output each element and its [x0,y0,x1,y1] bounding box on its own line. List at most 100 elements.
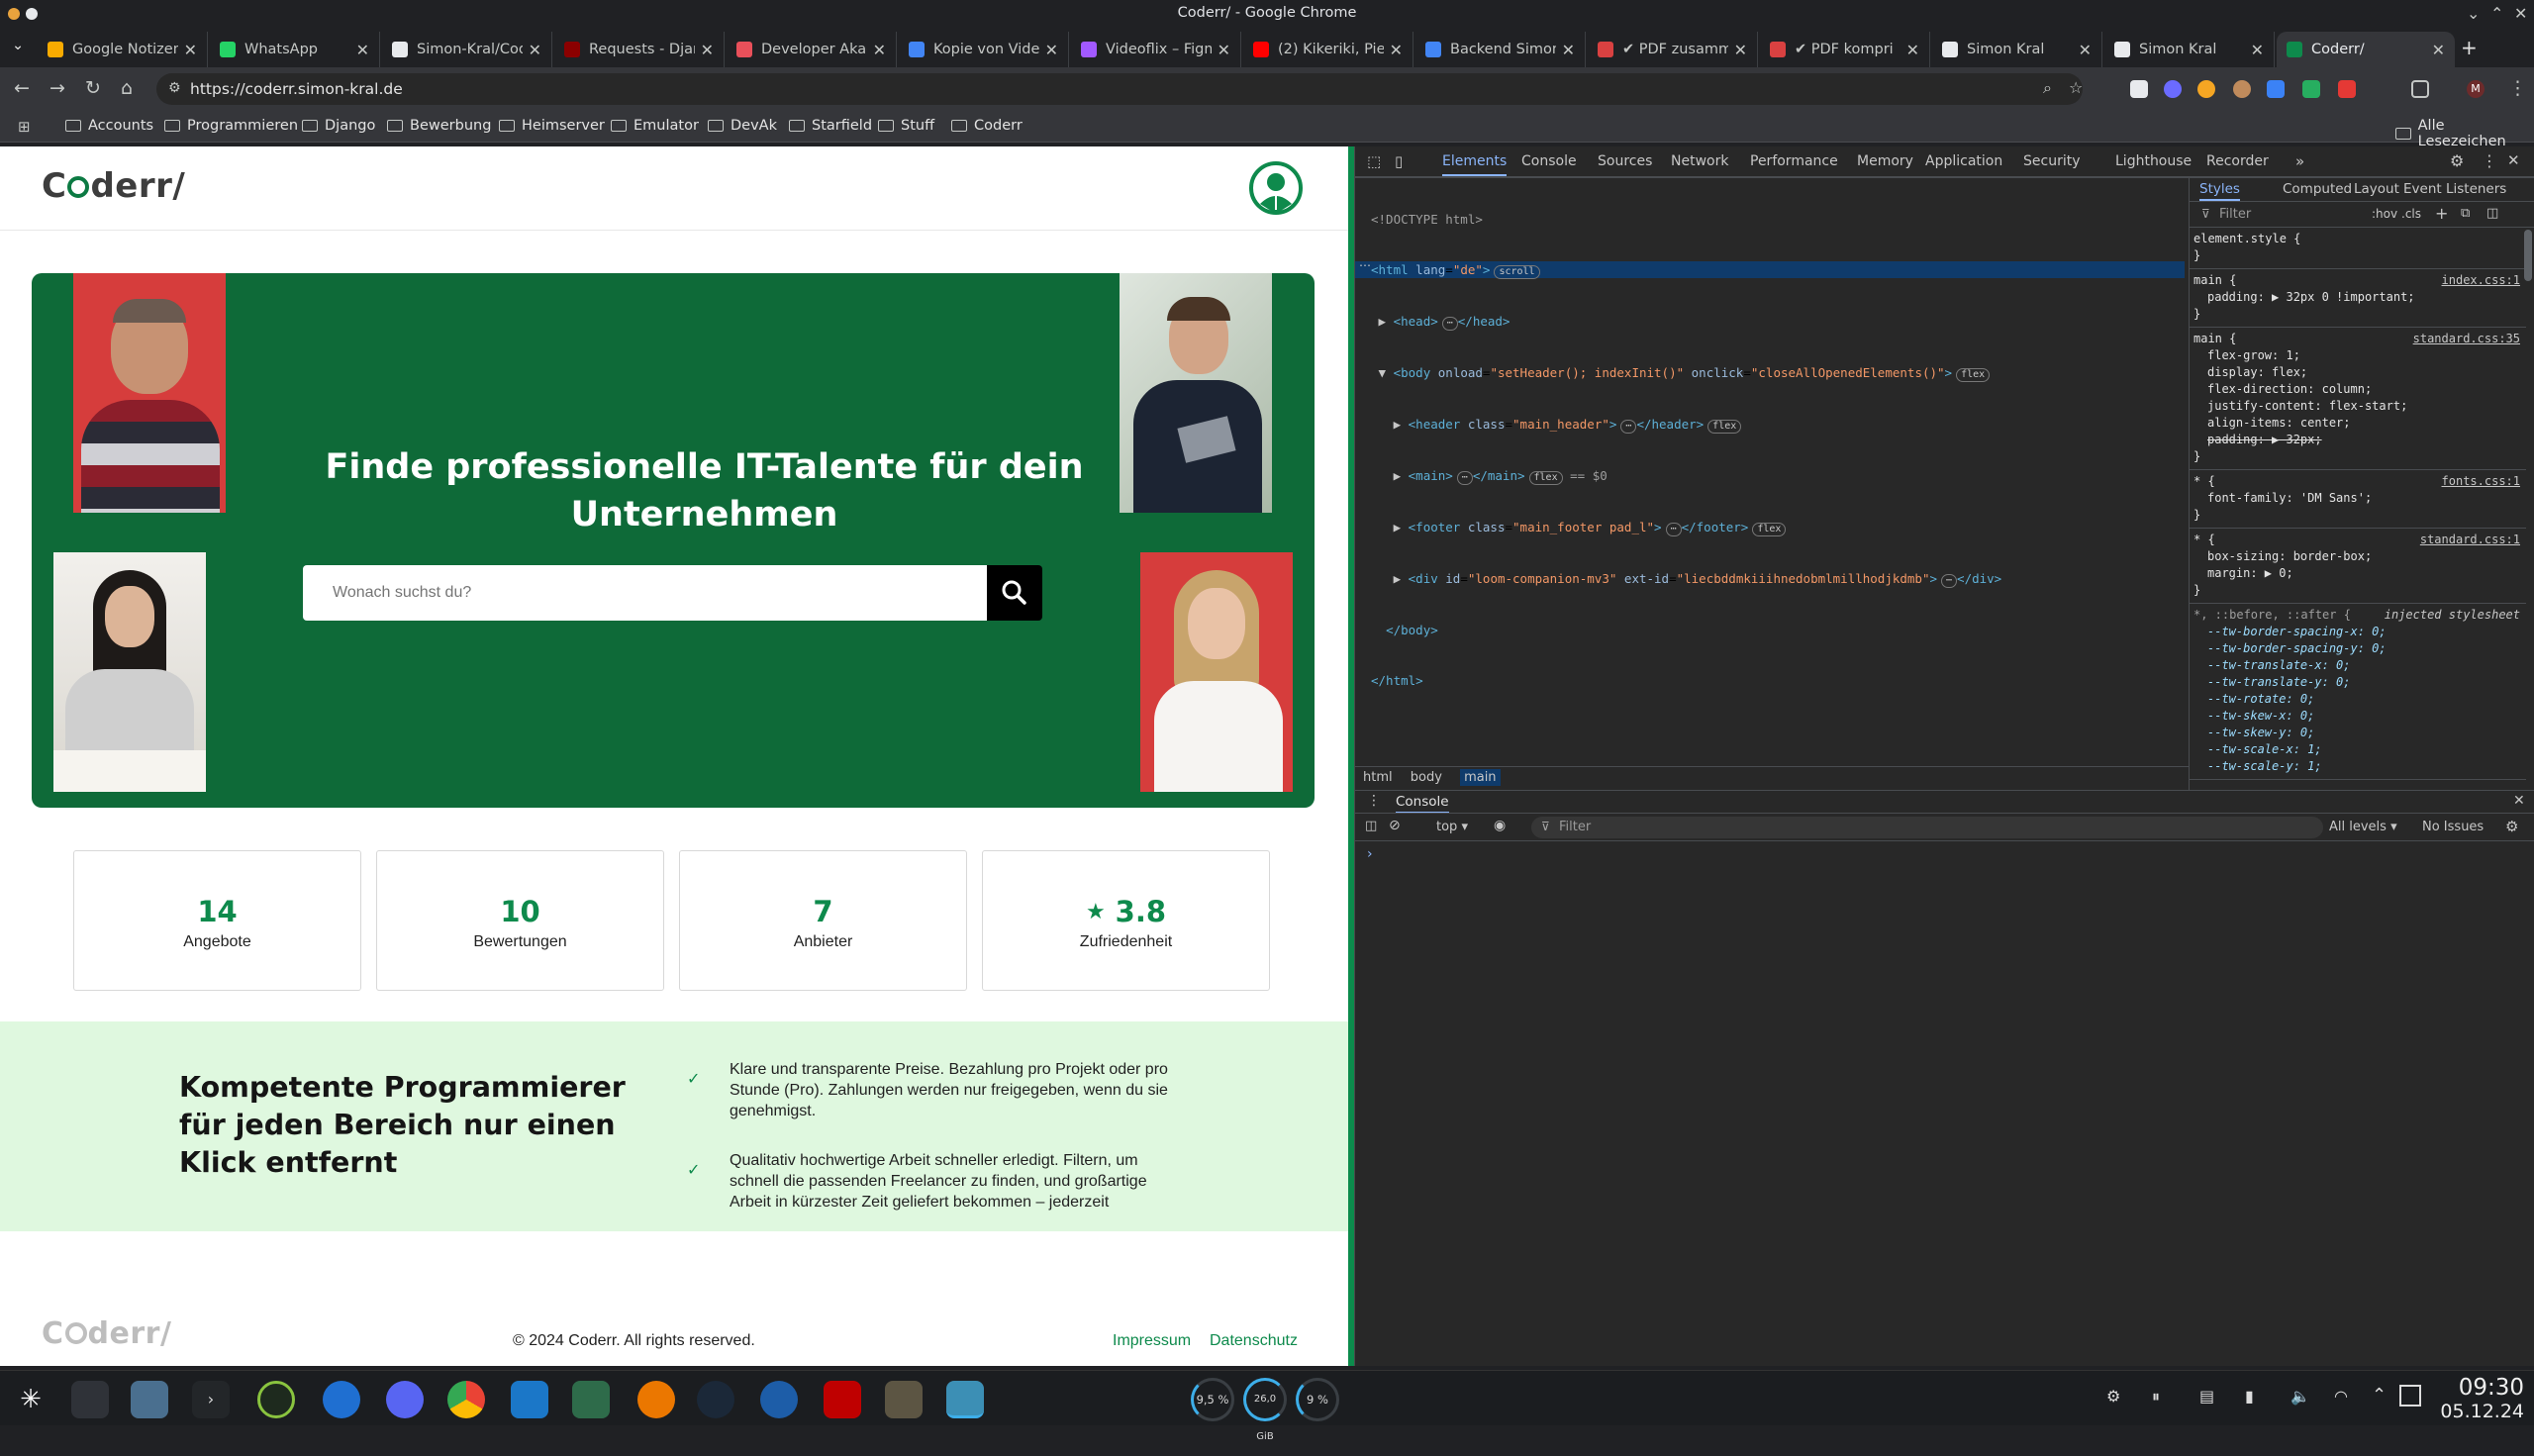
all-bookmarks[interactable]: Alle Lesezeichen [2395,118,2534,149]
rule-declaration[interactable]: display: flex; [2193,364,2526,381]
steam-icon[interactable] [697,1381,734,1418]
profile-avatar-icon[interactable]: M [2467,80,2485,98]
close-drawer-icon[interactable]: ✕ [2513,793,2525,809]
screenshot-tool-icon[interactable] [946,1381,984,1418]
bookmark-folder[interactable]: Accounts [65,118,153,134]
gimp-icon[interactable] [885,1381,923,1418]
devtools-tab[interactable]: Console [1521,153,1577,169]
devtools-tab[interactable]: Lighthouse [2115,153,2192,169]
bookmark-folder[interactable]: Programmieren [164,118,298,134]
rule-declaration[interactable]: --tw-scale-x: 1; [2193,741,2526,758]
bookmark-folder[interactable]: Emulator [611,118,699,134]
vscode-icon[interactable] [511,1381,548,1418]
extension-icon[interactable] [2267,80,2285,98]
extension-icon[interactable] [2233,80,2251,98]
rule-declaration[interactable]: box-sizing: border-box; [2193,548,2526,565]
rule-declaration[interactable]: flex-direction: column; [2193,381,2526,398]
search-input[interactable] [303,565,987,621]
breadcrumb-main[interactable]: main [1460,769,1501,786]
rule-declaration[interactable]: padding: ▶ 32px 0 !important; [2193,289,2526,306]
system-settings-icon[interactable] [71,1381,109,1418]
new-tab-button[interactable]: + [2461,36,2478,59]
bookmark-folder[interactable]: Django [302,118,375,134]
tab-search-icon[interactable]: ⌄ [12,38,24,53]
dom-line[interactable]: ▶ <div id="loom-companion-mv3" ext-id="l… [1371,570,2183,588]
scroll-badge[interactable]: scroll [1494,265,1540,279]
imprint-link[interactable]: Impressum [1113,1332,1191,1350]
bookmark-folder[interactable]: Heimserver [499,118,605,134]
disk-gauge[interactable]: 9 % [1296,1378,1339,1421]
dom-line[interactable]: <!DOCTYPE html> [1371,211,2183,228]
rule-selector[interactable]: main { [2193,273,2236,287]
bookmark-star-icon[interactable]: ☆ [2069,78,2083,97]
style-rule[interactable]: main {index.css:1 padding: ▶ 32px 0 !impo… [2190,269,2526,328]
browser-tab[interactable]: Kopie von Videof ✕ [899,32,1069,67]
console-drawer-tab[interactable]: Console [1396,794,1449,814]
tab-close-icon[interactable]: ✕ [1218,41,1230,59]
browser-tab[interactable]: ✔ PDF kompri ✕ [1760,32,1930,67]
tab-close-icon[interactable]: ✕ [1390,41,1403,59]
tab-close-icon[interactable]: ✕ [1562,41,1575,59]
volume-icon[interactable]: 🔈 [2290,1387,2310,1406]
tab-close-icon[interactable]: ✕ [356,41,369,59]
hover-state-toggle[interactable]: :hov [2372,207,2397,221]
rule-selector[interactable]: * { [2193,533,2215,546]
dom-line[interactable]: </body> [1371,622,2183,638]
close-devtools-icon[interactable]: ✕ [2507,151,2520,169]
browser-tab[interactable]: ✔ PDF zusamm ✕ [1588,32,1758,67]
styles-subtab[interactable]: Computed [2283,181,2352,197]
extension-icon[interactable] [2164,80,2182,98]
rule-declaration[interactable]: --tw-translate-y: 0; [2193,674,2526,691]
devtools-tab[interactable]: Application [1925,153,2002,169]
dom-line[interactable]: <html lang="de"> scroll [1371,261,2183,279]
styles-scrollbar[interactable] [2524,230,2532,281]
wifi-icon[interactable]: ◠ [2334,1387,2348,1406]
tab-close-icon[interactable]: ✕ [1045,41,1058,59]
site-logo[interactable]: Cderr/ [42,166,185,206]
styles-subtab[interactable]: Styles [2199,181,2240,201]
paint-icon[interactable]: ⧉ [2461,206,2470,221]
rule-selector[interactable]: * { [2193,474,2215,488]
show-desktop-icon[interactable] [2399,1385,2421,1407]
context-select[interactable]: top ▾ [1436,820,1468,834]
browser-tab[interactable]: Videoflix – Figma ✕ [1071,32,1241,67]
browser-tab[interactable]: Simon Kral ✕ [1932,32,2102,67]
bookmark-folder[interactable]: DevAk [708,118,777,134]
styles-filter-input[interactable]: Filter [2219,207,2251,222]
style-rule[interactable]: * {fonts.css:1 font-family: 'DM Sans';} [2190,470,2526,529]
drawer-menu-icon[interactable]: ⋮ [1367,793,1381,809]
discord-icon[interactable] [386,1381,424,1418]
bookmark-folder[interactable]: Starfield [789,118,872,134]
extension-icon[interactable] [2130,80,2148,98]
forward-icon[interactable]: → [49,77,65,99]
devtools-tab[interactable]: Performance [1750,153,1838,169]
style-rule[interactable]: * {standard.css:1 box-sizing: border-box;… [2190,529,2526,604]
rule-declaration[interactable]: --tw-translate-x: 0; [2193,657,2526,674]
system-monitor-icon[interactable] [572,1381,610,1418]
tray-expand-icon[interactable]: ⌃ [2372,1385,2387,1406]
user-avatar-icon[interactable] [1248,160,1304,216]
back-icon[interactable]: ← [14,77,30,99]
tab-close-icon[interactable]: ✕ [1734,41,1747,59]
browser-tab[interactable]: Simon-Kral/Code ✕ [382,32,552,67]
bookmark-folder[interactable]: Stuff [878,118,934,134]
style-rules[interactable]: element.style {} main {index.css:1 padding… [2190,228,2526,780]
clock[interactable]: 09:30 05.12.24 [2435,1375,2524,1422]
minimize-icon[interactable]: ⌄ [2467,4,2480,23]
rule-declaration[interactable]: align-items: center; [2193,415,2526,432]
rule-source-link[interactable]: injected stylesheet [2385,607,2520,624]
more-tabs-icon[interactable]: » [2295,152,2304,170]
address-bar[interactable]: ⚙ https://coderr.simon-kral.de ⌕ ☆ [156,73,2083,105]
rule-declaration[interactable]: --tw-skew-x: 0; [2193,708,2526,725]
tab-close-icon[interactable]: ✕ [701,41,714,59]
browser-tab[interactable]: Simon Kral ✕ [2104,32,2275,67]
bookmark-folder[interactable]: Coderr [951,118,1023,134]
style-rule[interactable]: *, ::before, ::after {injected styleshee… [2190,604,2526,780]
dom-line-selected[interactable]: ▶ <main> ⋯ </main> flex == $0 [1371,467,2183,485]
media-pause-icon[interactable]: ⏸ [2152,1387,2160,1407]
rule-declaration[interactable]: padding: ▶ 32px; [2193,432,2526,448]
rule-source-link[interactable]: standard.css:35 [2413,331,2520,347]
rule-declaration[interactable]: flex-grow: 1; [2193,347,2526,364]
bookmark-folder[interactable]: Bewerbung [387,118,491,134]
browser-menu-icon[interactable]: ⋮ [2508,77,2527,99]
